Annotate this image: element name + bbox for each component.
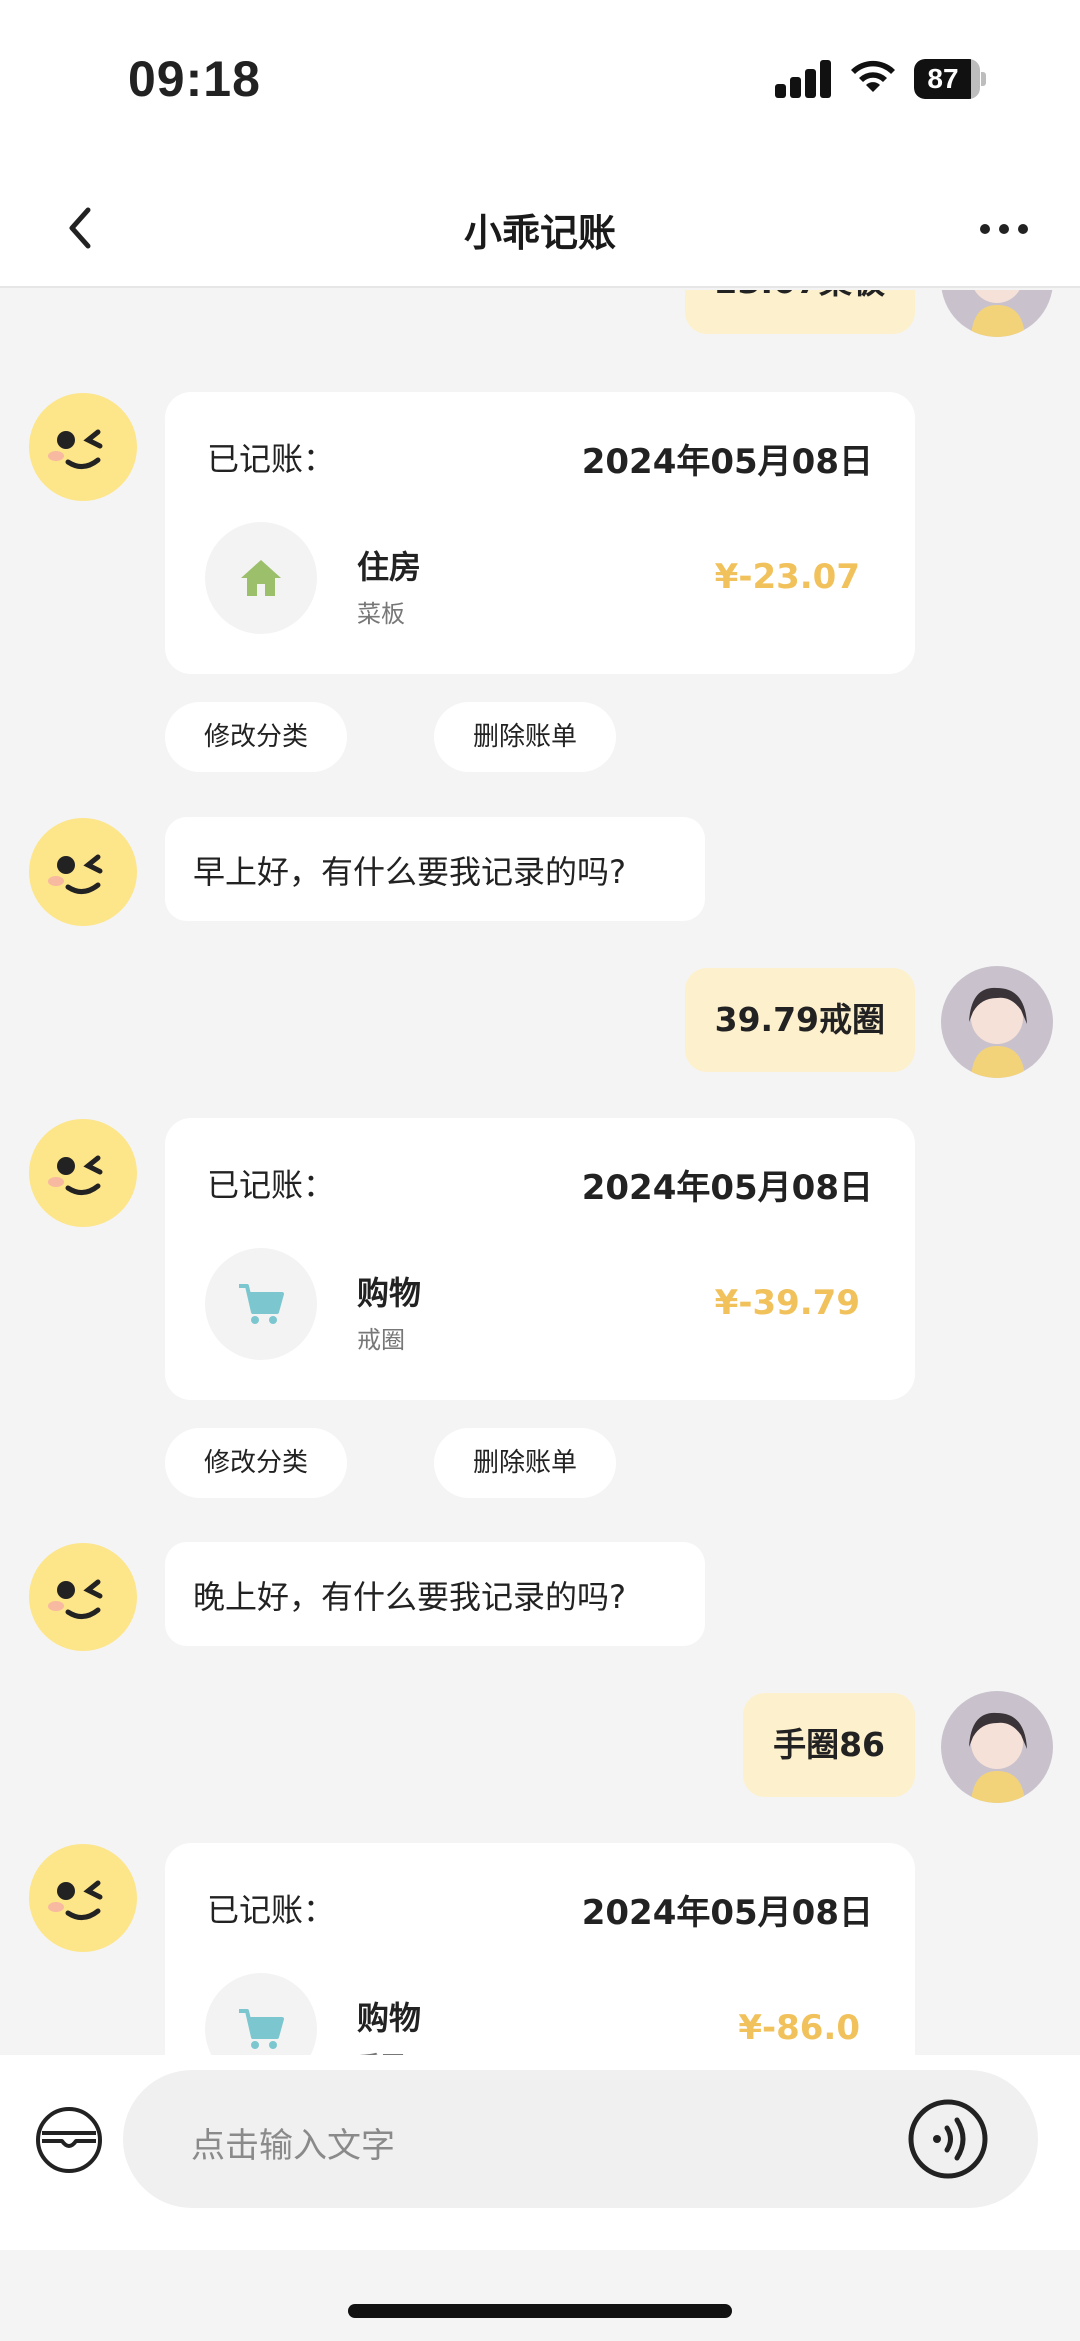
record-note: 手圈 <box>357 2045 405 2055</box>
user-message: 23.07菜板 <box>684 290 915 334</box>
bot-message: 晚上好，有什么要我记录的吗? <box>165 1542 705 1646</box>
input-placeholder: 点击输入文字 <box>191 2126 395 2166</box>
delete-record-button[interactable]: 删除账单 <box>434 1428 616 1498</box>
user-avatar[interactable] <box>941 290 1053 337</box>
bot-avatar <box>28 1118 138 1228</box>
category-icon <box>205 522 317 634</box>
message-text: 39.79戒圈 <box>714 1000 885 1039</box>
battery-level: 87 <box>927 63 959 94</box>
category-name: 购物 <box>357 1274 422 1312</box>
category-icon <box>205 1248 317 1360</box>
text-input[interactable]: 点击输入文字 <box>123 2070 1038 2208</box>
cart-icon <box>239 1284 284 1324</box>
signal-icon <box>775 58 833 98</box>
user-avatar[interactable] <box>941 966 1053 1078</box>
message-text: 晚上好，有什么要我记录的吗? <box>193 1578 626 1616</box>
record-card: 已记账： 2024年05月08日 住房 菜板 ¥-23.07 <box>165 392 915 674</box>
nav-bar: 小乖记账 <box>0 170 1080 288</box>
cart-icon <box>239 2009 284 2049</box>
record-card: 已记账： 2024年05月08日 购物 戒圈 ¥-39.79 <box>165 1118 915 1400</box>
card-label: 已记账： <box>207 1891 336 1929</box>
input-bar: 点击输入文字 <box>0 2055 1080 2250</box>
bottom-safe-area <box>0 2250 1080 2341</box>
home-indicator[interactable] <box>348 2304 732 2318</box>
more-icon[interactable] <box>976 210 1032 246</box>
card-label: 已记账： <box>207 440 336 478</box>
record-card: 已记账： 2024年05月08日 购物 手圈 ¥-86.0 <box>165 1843 915 2055</box>
wallet-icon[interactable] <box>34 2105 104 2175</box>
bot-avatar <box>28 392 138 502</box>
card-date: 2024年05月08日 <box>581 442 873 482</box>
category-name: 住房 <box>357 548 422 586</box>
record-note: 菜板 <box>357 600 405 628</box>
user-avatar[interactable] <box>941 1691 1053 1803</box>
user-message: 39.79戒圈 <box>684 968 915 1072</box>
voice-icon[interactable] <box>907 2098 989 2180</box>
edit-category-button[interactable]: 修改分类 <box>165 702 347 772</box>
status-time: 09:18 <box>128 51 261 107</box>
card-date: 2024年05月08日 <box>581 1893 873 1933</box>
message-text: 23.07菜板 <box>715 290 885 301</box>
page-title: 小乖记账 <box>463 211 616 255</box>
record-amount: ¥-23.07 <box>714 557 860 597</box>
battery-icon: 87 <box>914 59 986 99</box>
category-icon <box>205 1973 317 2055</box>
card-label: 已记账： <box>207 1166 336 1204</box>
delete-record-button[interactable]: 删除账单 <box>434 702 616 772</box>
status-bar: 09:18 87 <box>0 0 1080 170</box>
bot-avatar <box>28 1843 138 1953</box>
chat-list[interactable]: 23.07菜板 已记账： 2024年05月08日 住房 菜板 ¥- <box>0 290 1080 2055</box>
wifi-icon <box>851 60 895 92</box>
card-date: 2024年05月08日 <box>581 1168 873 1208</box>
bot-avatar <box>28 817 138 927</box>
edit-category-button[interactable]: 修改分类 <box>165 1428 347 1498</box>
user-message: 手圈86 <box>743 1693 915 1797</box>
record-amount: ¥-39.79 <box>714 1283 860 1323</box>
bot-message: 早上好，有什么要我记录的吗? <box>165 817 705 921</box>
bot-avatar <box>28 1542 138 1652</box>
record-amount: ¥-86.0 <box>738 2008 860 2048</box>
category-name: 购物 <box>357 1999 422 2037</box>
record-note: 戒圈 <box>357 1326 405 1354</box>
message-text: 早上好，有什么要我记录的吗? <box>193 853 626 891</box>
house-icon <box>241 560 281 596</box>
message-text: 手圈86 <box>773 1725 885 1764</box>
